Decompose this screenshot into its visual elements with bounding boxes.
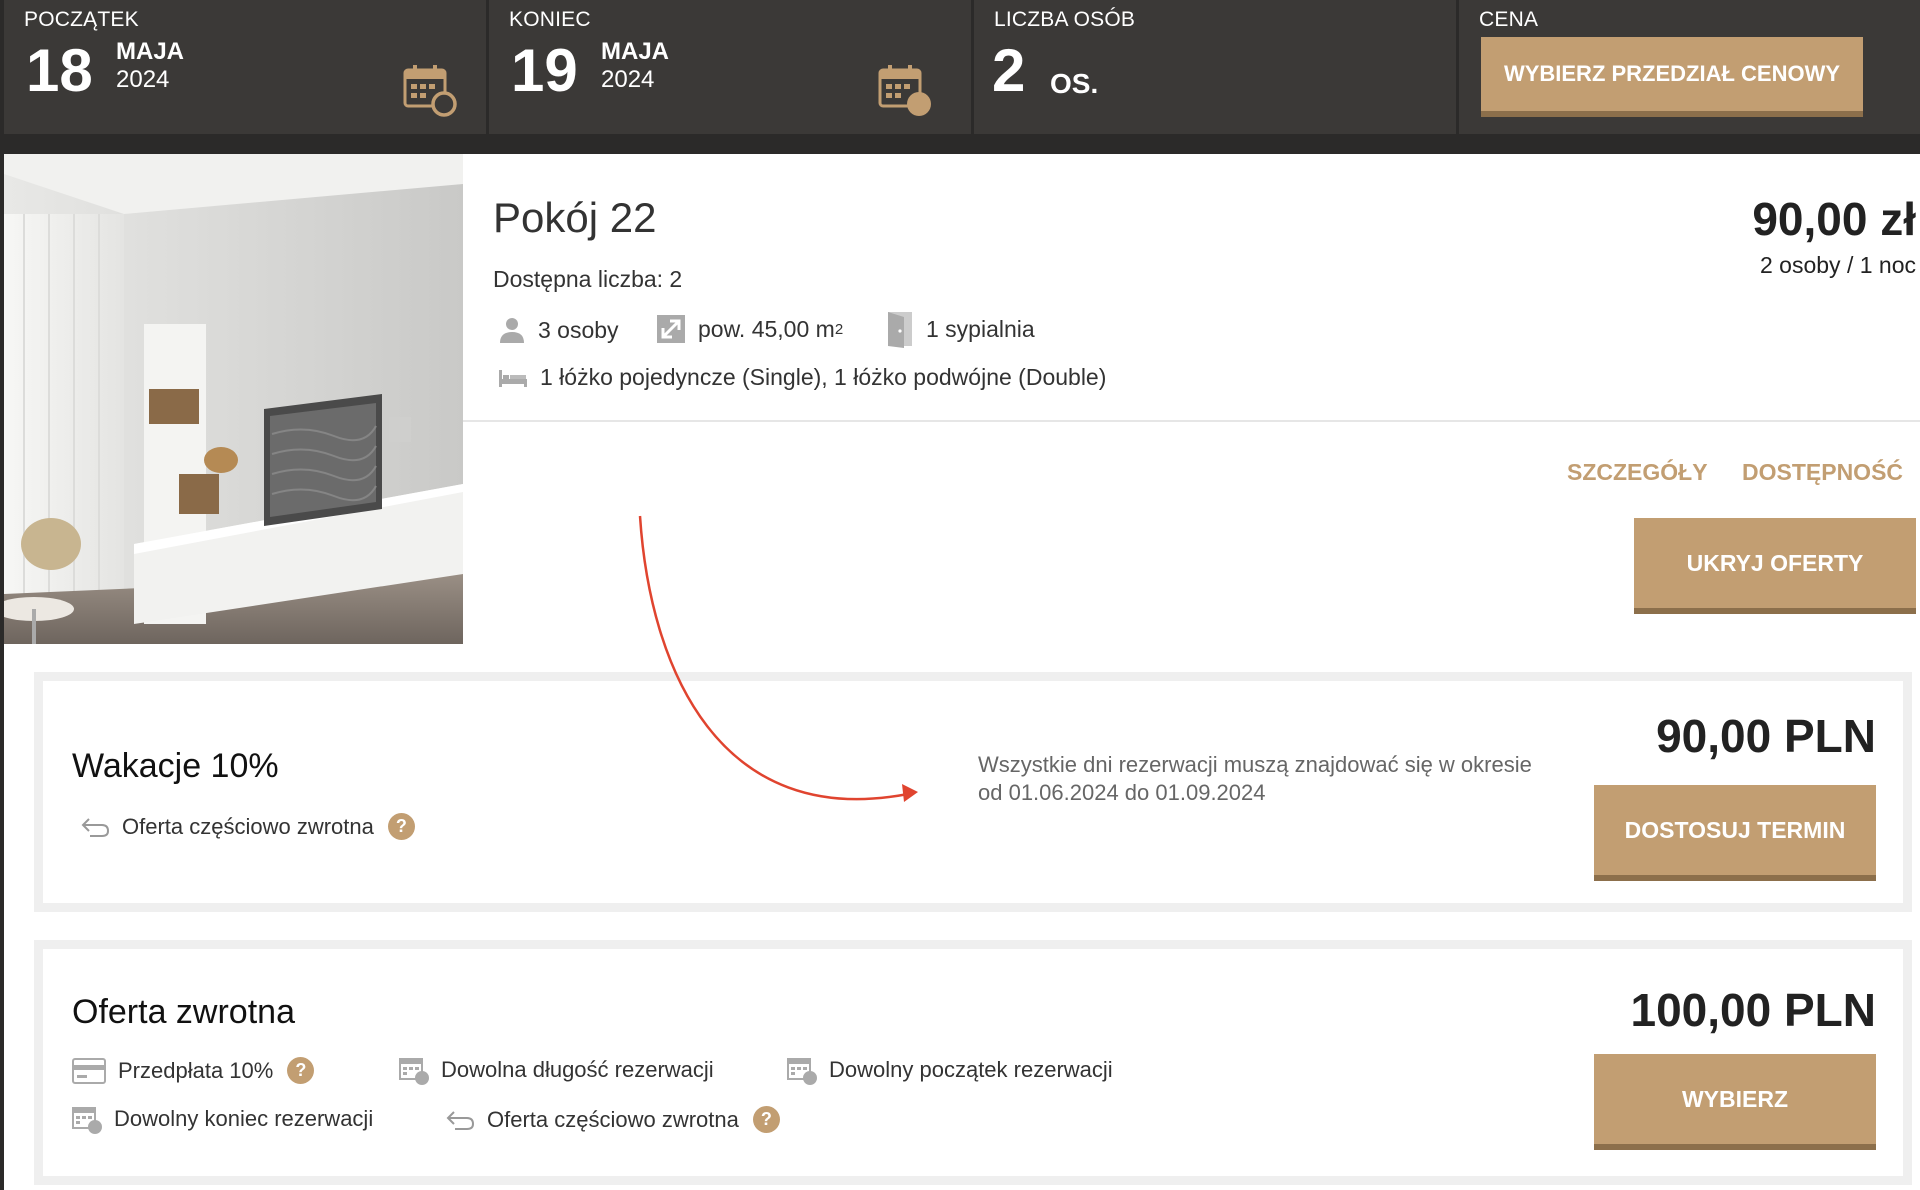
persons-selector[interactable]: LICZBA OSÓB 2 OS. [974, 0, 1456, 134]
offer-feature-prepay: Przedpłata 10% ? [72, 1057, 315, 1084]
room-feature-beds: 1 łóżko pojedyncze (Single), 1 łóżko pod… [498, 364, 1106, 391]
help-icon[interactable]: ? [387, 813, 415, 840]
price-range-button[interactable]: WYBIERZ PRZEDZIAŁ CENOWY [1481, 37, 1863, 117]
end-month: MAJA [601, 38, 670, 65]
offer-card-refundable: Oferta zwrotna Przedpłata 10% ? Dowolna … [34, 940, 1912, 1185]
room-area-text: pow. 45,00 m [698, 315, 835, 342]
room-photo[interactable] [4, 154, 463, 644]
room-divider [463, 420, 1920, 422]
area-resize-icon [657, 315, 685, 343]
room-feature-bedrooms: 1 sypialnia [886, 310, 1035, 348]
room-persons-text: 3 osoby [538, 316, 619, 343]
room-details-link[interactable]: SZCZEGÓŁY [1567, 459, 1708, 486]
persons-label: LICZBA OSÓB [994, 8, 1136, 31]
person-icon [500, 318, 524, 343]
price-filter: CENA WYBIERZ PRZEDZIAŁ CENOWY [1459, 0, 1920, 134]
offer-feature-refund-text: Oferta częściowo zwrotna [487, 1106, 739, 1132]
offer-feature-length-text: Dowolna długość rezerwacji [441, 1057, 714, 1082]
calendar-icon[interactable] [877, 62, 933, 118]
calendar-icon [72, 1107, 102, 1134]
room-feature-area: pow. 45,00 m2 [656, 314, 843, 344]
offer-price: 100,00 PLN [1630, 984, 1876, 1036]
start-date-picker[interactable]: POCZĄTEK 18 MAJA 2024 [4, 0, 486, 134]
room-beds-text: 1 łóżko pojedyncze (Single), 1 łóżko pod… [540, 364, 1107, 390]
offer-feature-end: Dowolny koniec rezerwacji [72, 1104, 373, 1134]
offer-title: Oferta zwrotna [72, 993, 295, 1031]
offer-feature-prepay-text: Przedpłata 10% [118, 1057, 274, 1083]
end-year: 2024 [601, 66, 655, 93]
offer-feature-refund: Oferta częściowo zwrotna ? [445, 1106, 780, 1133]
credit-card-icon [72, 1057, 106, 1084]
room-availability: Dostępna liczba: 2 [493, 266, 683, 292]
door-icon [888, 312, 912, 348]
offer-feature-end-text: Dowolny koniec rezerwacji [114, 1106, 374, 1131]
persons-count: 2 [992, 37, 1026, 104]
annotation-arrow-icon [638, 515, 918, 802]
search-bar: POCZĄTEK 18 MAJA 2024 KONIEC 19 MAJA 202… [0, 0, 1920, 154]
room-title: Pokój 22 [493, 194, 657, 241]
hide-offers-button[interactable]: UKRYJ OFERTY [1634, 518, 1916, 614]
calendar-icon [399, 1058, 429, 1085]
persons-unit: OS. [1050, 68, 1099, 99]
end-date-label: KONIEC [509, 8, 591, 31]
room-price: 90,00 zł [1752, 193, 1916, 245]
start-date-label: POCZĄTEK [24, 8, 139, 31]
offer-feature-length: Dowolna długość rezerwacji [399, 1055, 714, 1085]
room-card: Pokój 22 Dostępna liczba: 2 3 osoby pow.… [4, 154, 1920, 644]
calendar-icon [787, 1058, 817, 1085]
room-availability-link[interactable]: DOSTĘPNOŚĆ [1742, 459, 1903, 486]
help-icon[interactable]: ? [287, 1057, 315, 1084]
end-date-picker[interactable]: KONIEC 19 MAJA 2024 [489, 0, 971, 134]
room-price-subtitle: 2 osoby / 1 noc [1760, 252, 1916, 278]
price-label: CENA [1479, 8, 1539, 31]
start-month: MAJA [116, 38, 185, 65]
offer-price: 90,00 PLN [1656, 710, 1876, 762]
room-bedrooms-text: 1 sypialnia [926, 315, 1035, 342]
select-offer-button[interactable]: WYBIERZ [1594, 1054, 1876, 1150]
offer-feature-start-text: Dowolny początek rezerwacji [829, 1057, 1113, 1082]
return-arrow-icon [446, 1110, 475, 1130]
room-feature-persons: 3 osoby [498, 316, 619, 344]
bed-icon [499, 369, 527, 387]
offer-feature-start: Dowolny początek rezerwacji [787, 1055, 1113, 1085]
start-day: 18 [26, 37, 93, 104]
return-arrow-icon [81, 817, 110, 837]
start-year: 2024 [116, 66, 170, 93]
adjust-dates-button[interactable]: DOSTOSUJ TERMIN [1594, 785, 1876, 881]
room-area-sup: 2 [834, 320, 844, 338]
calendar-icon[interactable] [402, 62, 458, 118]
offer-feature-refund: Oferta częściowo zwrotna ? [80, 813, 415, 840]
offer-card-holiday: Wakacje 10% Oferta częściowo zwrotna ? W… [34, 672, 1912, 912]
offer-feature-refund-text: Oferta częściowo zwrotna [122, 813, 374, 839]
end-day: 19 [511, 37, 578, 104]
offer-restriction-note: Wszystkie dni rezerwacji muszą znajdować… [978, 752, 1532, 805]
offer-title: Wakacje 10% [72, 747, 279, 785]
help-icon[interactable]: ? [752, 1106, 780, 1133]
